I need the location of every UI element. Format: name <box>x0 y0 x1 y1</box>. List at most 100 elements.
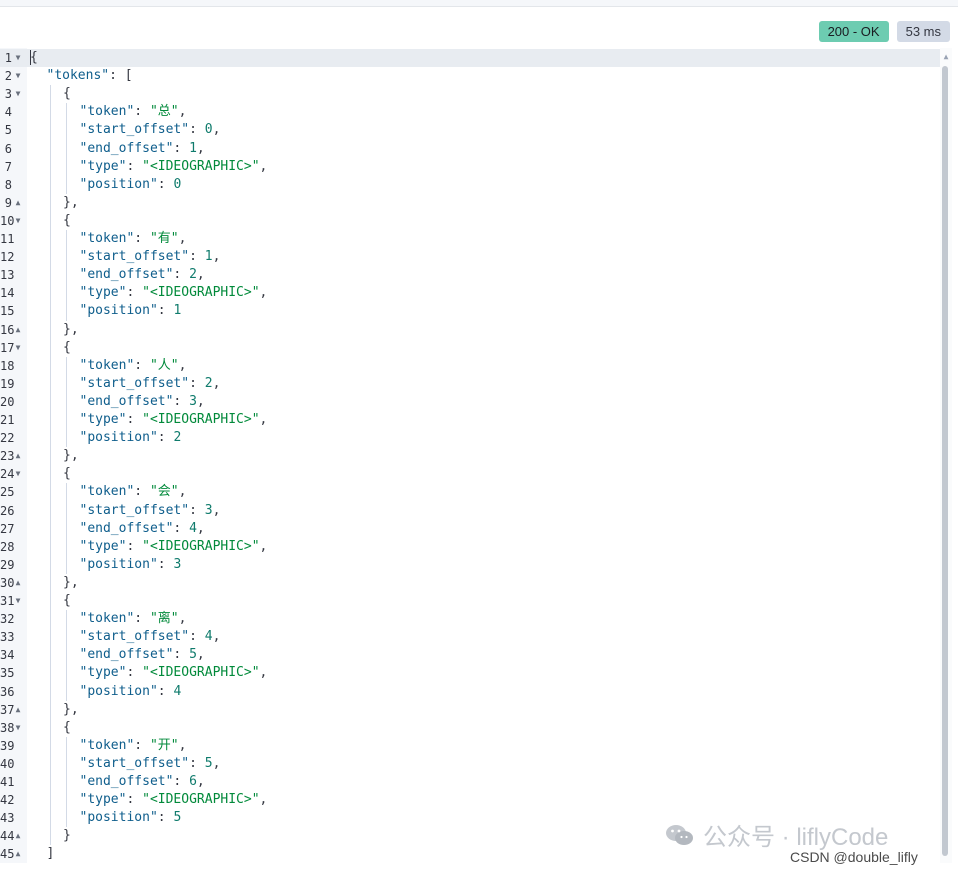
code-text: "end_offset": 6, <box>80 773 205 791</box>
code-line: 4 "token": "总", <box>0 103 940 121</box>
code-token: "type" <box>79 285 127 301</box>
code-text: "start_offset": 1, <box>80 248 221 266</box>
code-line: 20 "end_offset": 3, <box>0 393 940 411</box>
code-token: }, <box>63 701 79 717</box>
code-token: "start_offset" <box>79 755 190 771</box>
code-token: { <box>63 86 71 102</box>
code-text: "tokens": [ <box>47 67 133 85</box>
code-token: : <box>173 393 190 409</box>
code-line: 22 "position": 2 <box>0 429 940 447</box>
line-number: 38 <box>0 720 15 735</box>
code-token: , <box>178 737 187 753</box>
code-token: }, <box>63 194 79 210</box>
code-text: } <box>63 827 71 845</box>
line-number: 36 <box>0 684 15 699</box>
code-token: } <box>63 828 71 844</box>
scroll-up-arrow-icon[interactable]: ▲ <box>940 52 952 61</box>
code-line: 41 "end_offset": 6, <box>0 773 940 791</box>
code-token: : <box>189 375 205 391</box>
code-line: 21 "type": "<IDEOGRAPHIC>", <box>0 411 940 429</box>
code-token: : <box>189 122 205 138</box>
code-text: "start_offset": 5, <box>80 755 221 773</box>
code-text: "position": 5 <box>80 809 182 827</box>
code-token: , <box>259 665 268 681</box>
fold-arrow-down-icon[interactable]: ▼ <box>14 67 22 85</box>
code-line: 31 ▼ { <box>0 592 940 610</box>
line-number: 25 <box>0 485 15 500</box>
code-text: "position": 4 <box>80 683 182 701</box>
fold-arrow-down-icon[interactable]: ▼ <box>14 465 22 483</box>
line-number: 32 <box>0 612 15 627</box>
editor-scrollbar[interactable]: ▲ <box>940 48 952 863</box>
code-token: "start_offset" <box>79 249 190 265</box>
code-token: "token" <box>79 104 135 120</box>
code-token: { <box>30 50 38 65</box>
code-line: 38 ▼ { <box>0 719 940 737</box>
code-line: 18 "token": "人", <box>0 357 940 375</box>
code-token: "<IDEOGRAPHIC>" <box>142 792 260 808</box>
fold-arrow-down-icon[interactable]: ▼ <box>14 719 22 737</box>
code-token: 0 <box>173 176 182 192</box>
fold-arrow-down-icon[interactable]: ▼ <box>14 212 22 230</box>
scrollbar-thumb[interactable] <box>942 66 948 856</box>
watermark: 公众号 · liflyCode <box>665 817 888 852</box>
response-time-badge: 53 ms <box>896 21 950 42</box>
code-token: "token" <box>79 611 135 627</box>
fold-arrow-down-icon[interactable]: ▼ <box>14 85 22 103</box>
code-token: 4 <box>189 520 197 536</box>
text-cursor <box>30 50 31 65</box>
fold-arrow-down-icon[interactable]: ▼ <box>14 592 22 610</box>
code-token: 5 <box>189 647 197 663</box>
code-line: 16 ▲}, <box>0 321 940 339</box>
code-text: }, <box>63 447 79 465</box>
line-number: 14 <box>0 286 15 301</box>
fold-arrow-up-icon[interactable]: ▲ <box>14 447 22 465</box>
code-token: 6 <box>189 774 197 789</box>
code-text: "end_offset": 1, <box>80 140 205 158</box>
code-token: : <box>157 430 174 446</box>
code-token: , <box>212 629 221 645</box>
code-token: : <box>173 267 190 283</box>
code-line: 33 "start_offset": 4, <box>0 628 940 646</box>
code-token: : <box>173 140 190 156</box>
code-line: 40 "start_offset": 5, <box>0 755 940 773</box>
fold-arrow-up-icon[interactable]: ▲ <box>14 701 22 719</box>
fold-arrow-down-icon[interactable]: ▼ <box>14 339 22 357</box>
line-number: 37 <box>0 702 15 717</box>
code-text: "token": "开", <box>80 737 187 755</box>
code-text: "end_offset": 3, <box>80 393 205 411</box>
code-token: "type" <box>79 792 127 808</box>
code-token: , <box>196 393 205 409</box>
code-text: "type": "<IDEOGRAPHIC>", <box>80 538 268 556</box>
fold-arrow-up-icon[interactable]: ▲ <box>14 845 22 863</box>
fold-arrow-up-icon[interactable]: ▲ <box>14 321 22 339</box>
line-number: 24 <box>0 467 15 482</box>
fold-arrow-down-icon[interactable]: ▼ <box>14 49 22 67</box>
line-number: 10 <box>0 213 15 228</box>
fold-arrow-up-icon[interactable]: ▲ <box>14 827 22 845</box>
code-token: "<IDEOGRAPHIC>" <box>142 285 260 301</box>
code-line: 23 ▲}, <box>0 447 940 465</box>
code-text: }, <box>63 321 79 339</box>
code-token: : <box>134 104 150 120</box>
code-token: : <box>189 502 205 518</box>
code-token: , <box>212 122 221 138</box>
code-text: "token": "总", <box>80 103 187 121</box>
code-token: { <box>63 593 71 608</box>
fold-arrow-up-icon[interactable]: ▲ <box>14 574 22 592</box>
code-token: 1 <box>189 140 197 156</box>
response-editor[interactable]: 1 ▼{2 ▼ "tokens": [3 ▼{4 "token": "总", 5 "start… <box>0 48 940 863</box>
code-token: "position" <box>79 303 158 319</box>
code-token: : <box>134 484 150 500</box>
code-line: 5 "start_offset": 0, <box>0 121 940 139</box>
line-number: 7 <box>4 159 12 174</box>
code-line: 15 "position": 1 <box>0 302 940 320</box>
code-token: , <box>196 140 205 156</box>
fold-arrow-up-icon[interactable]: ▲ <box>14 194 22 212</box>
code-token: , <box>196 520 205 536</box>
code-line: 26 "start_offset": 3, <box>0 502 940 520</box>
code-token: : <box>189 249 205 265</box>
code-token: "离" <box>149 611 179 627</box>
code-token: "type" <box>79 412 127 427</box>
line-number: 42 <box>0 793 15 808</box>
